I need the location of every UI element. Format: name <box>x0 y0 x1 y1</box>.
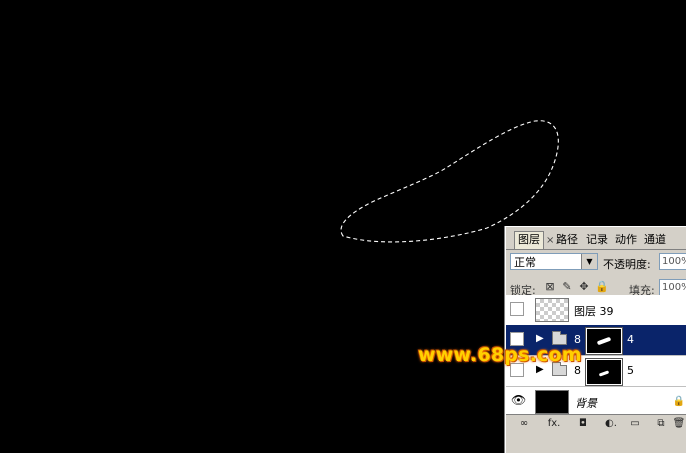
new-layer-icon[interactable]: ⧉ <box>654 417 668 430</box>
mask-shape <box>596 336 612 346</box>
folder-icon <box>552 362 567 376</box>
lock-position-icon[interactable]: ✥ <box>578 281 590 293</box>
layer-row-background[interactable]: 👁 背景 🔒 <box>506 387 686 417</box>
panel-tab-bar: 图层 × 路径 记录 动作 通道 <box>506 227 686 250</box>
layer-thumbnail <box>535 390 569 414</box>
visibility-toggle[interactable] <box>510 302 524 316</box>
eye-icon[interactable]: 👁 <box>511 393 526 407</box>
layers-panel: 图层 × 路径 记录 动作 通道 正常 ▼ 不透明度: 100% 锁定: ⊠ ✎… <box>505 226 686 453</box>
lock-image-icon[interactable]: ✎ <box>561 281 573 293</box>
layer-name: 背景 <box>575 397 597 410</box>
opacity-input[interactable]: 100% <box>659 253 686 270</box>
layer-thumbnail <box>535 298 569 322</box>
new-group-icon[interactable]: ▭ <box>628 417 642 430</box>
mask-shape <box>598 370 610 377</box>
tab-actions[interactable]: 动作 <box>615 232 637 249</box>
fill-input[interactable]: 100% <box>659 279 686 296</box>
link-layers-icon[interactable]: ∞ <box>517 417 531 430</box>
chevron-down-icon[interactable]: ▼ <box>581 254 597 269</box>
tab-paths[interactable]: 路径 <box>556 232 578 249</box>
lock-transparent-icon[interactable]: ⊠ <box>544 281 556 293</box>
blend-row: 正常 ▼ 不透明度: 100% <box>506 251 686 273</box>
layer-name: 图层 39 <box>574 305 614 318</box>
close-icon[interactable]: × <box>546 235 554 246</box>
opacity-label: 不透明度: <box>603 258 651 271</box>
add-mask-icon[interactable]: ◘ <box>576 417 590 430</box>
watermark-text: www.68ps.com <box>418 344 582 366</box>
expand-arrow-icon[interactable]: ▶ <box>536 333 544 344</box>
tab-history[interactable]: 记录 <box>586 232 608 249</box>
panel-bottom-bar: ∞ fx. ◘ ◐. ▭ ⧉ 🗑 <box>506 414 686 432</box>
layer-row-39[interactable]: 图层 39 <box>506 295 686 326</box>
blend-mode-value: 正常 <box>514 256 536 269</box>
lock-icon: 🔒 <box>672 396 685 407</box>
layer-name: 4 <box>627 333 634 346</box>
tab-layers[interactable]: 图层 <box>514 231 544 249</box>
layer-style-icon[interactable]: fx. <box>545 417 563 430</box>
tab-channels[interactable]: 通道 <box>644 232 666 249</box>
mask-thumbnail[interactable] <box>585 327 623 355</box>
mask-thumbnail[interactable] <box>585 358 623 386</box>
lock-all-icon[interactable]: 🔒 <box>595 281 609 293</box>
adjustment-layer-icon[interactable]: ◐. <box>602 417 620 430</box>
blend-mode-select[interactable]: 正常 ▼ <box>510 253 598 270</box>
delete-layer-icon[interactable]: 🗑 <box>672 417 686 430</box>
layer-name: 5 <box>627 364 634 377</box>
